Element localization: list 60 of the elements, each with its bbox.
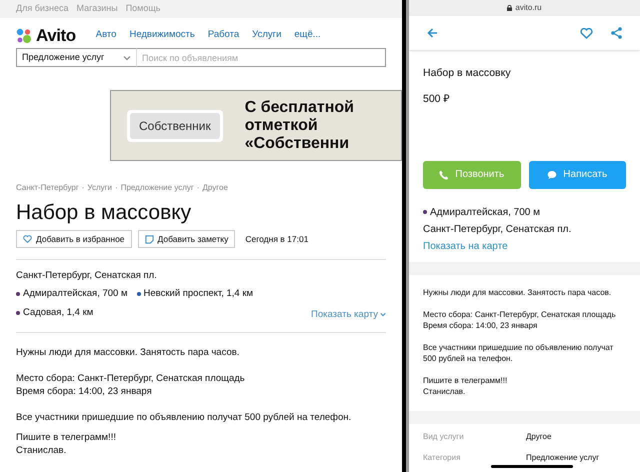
- breadcrumb-link[interactable]: Санкт-Петербург: [16, 182, 79, 194]
- description-paragraph: Все участники пришедшие по объявлению получат 500 рублей на телефон.: [16, 410, 352, 424]
- back-button[interactable]: [427, 28, 438, 38]
- top-link[interactable]: Для бизнеса: [16, 2, 69, 16]
- listing-title: Набор в массовку: [423, 66, 512, 81]
- description-paragraph: Место сбора: Санкт-Петербург, Сенатская площадь Время сбора: 14:00, 23 января: [423, 308, 617, 330]
- param-value: Другое: [526, 430, 552, 442]
- metro-station: Адмиралтейская, 700 м: [430, 206, 540, 220]
- param-label: Вид услуги: [423, 430, 465, 442]
- logo: Avito: [16, 22, 76, 48]
- note-icon: [144, 234, 154, 244]
- chevron-down-icon: [123, 54, 131, 60]
- banner-headline: С бесплатной отметкой «Собственни: [244, 98, 354, 152]
- price: 500 ₽: [423, 92, 450, 107]
- show-map-link[interactable]: Показать карту: [311, 308, 386, 322]
- favorite-button[interactable]: [580, 28, 593, 38]
- param-label: Категория: [423, 452, 462, 464]
- url-text: avito.ru: [515, 2, 542, 14]
- heart-icon: [23, 235, 32, 243]
- description-paragraph: Все участники пришедшие по объявлению получат 500 рублей на телефон.: [423, 342, 614, 364]
- breadcrumb-link[interactable]: Другое: [202, 182, 228, 194]
- metro-station: Адмиралтейская, 700 м: [23, 287, 128, 302]
- call-button[interactable]: Позвонить: [423, 160, 520, 188]
- message-button[interactable]: Написать: [528, 160, 626, 188]
- top-link[interactable]: Магазины: [76, 2, 118, 16]
- share-button[interactable]: [611, 27, 622, 39]
- lock-icon: [507, 5, 512, 11]
- posted-time: Сегодня в 17:01: [245, 232, 308, 246]
- category-select[interactable]: Предложение услуг: [16, 48, 137, 67]
- nav-link[interactable]: Авто: [96, 28, 116, 43]
- top-link[interactable]: Помощь: [126, 2, 160, 16]
- logo-icon: [16, 28, 32, 44]
- favorite-button[interactable]: Добавить в избранное: [16, 230, 132, 248]
- owner-badge: Собственник: [130, 112, 220, 138]
- address: Санкт-Петербург, Сенатская пл.: [16, 269, 158, 283]
- note-button[interactable]: Добавить заметку: [138, 230, 236, 248]
- description-paragraph: Пишите в телеграмм!!! Станислав.: [16, 430, 117, 457]
- breadcrumb-link[interactable]: Услуги: [87, 182, 112, 194]
- metro-station: Невский проспект, 1,4 км: [144, 287, 254, 302]
- breadcrumb-separator: ·: [115, 182, 118, 194]
- metro-station: Садовая, 1,4 км: [23, 306, 94, 320]
- chevron-down-icon: [380, 312, 386, 318]
- description-paragraph: Нужны люди для массовки. Занятость пара часов.: [16, 346, 240, 359]
- description-paragraph: Пишите в телеграмм!!! Станислав.: [423, 374, 508, 396]
- breadcrumb-separator: ·: [196, 182, 200, 194]
- address: Санкт-Петербург, Сенатская пл.: [423, 222, 572, 236]
- search-field[interactable]: Поиск по объявлениям: [137, 48, 386, 67]
- param-value: Предложение услуг: [526, 452, 600, 464]
- description-paragraph: Место сбора: Санкт-Петербург, Сенатская площадь Время сбора: 14:00, 23 января: [16, 372, 246, 398]
- description-paragraph: Нужны люди для массовки. Занятость пара часов.: [423, 286, 612, 298]
- breadcrumb-link[interactable]: Предложение услуг: [120, 182, 194, 194]
- nav-link[interactable]: Недвижимость: [129, 28, 195, 43]
- phone-icon: [439, 170, 450, 180]
- nav-link[interactable]: ещё...: [294, 28, 321, 43]
- listing-title: Набор в массовку: [16, 200, 192, 226]
- nav-link[interactable]: Услуги: [252, 28, 282, 43]
- breadcrumb-separator: ·: [82, 182, 84, 194]
- show-map-link[interactable]: Показать на карте: [423, 238, 508, 254]
- nav-link[interactable]: Работа: [208, 28, 240, 43]
- speech-bubble-icon: [547, 170, 558, 180]
